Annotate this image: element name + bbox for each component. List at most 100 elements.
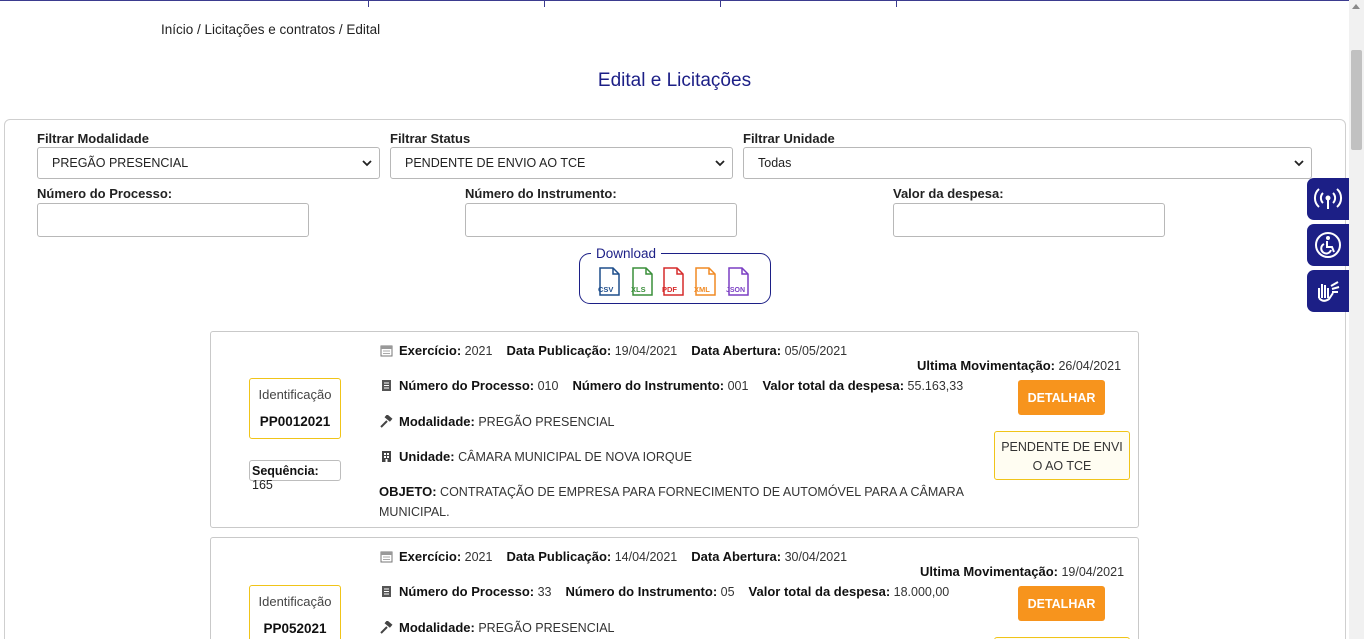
json-label: JSON bbox=[726, 287, 745, 294]
calendar-icon bbox=[380, 345, 393, 357]
ultima-movimentacao-value: 19/04/2021 bbox=[1061, 565, 1125, 579]
numero-processo-label: Número do Processo: bbox=[399, 584, 535, 599]
objeto-label: OBJETO: bbox=[379, 484, 437, 499]
valor-total-value: 18.000,00 bbox=[893, 585, 950, 599]
unidade-line: Unidade: CÂMARA MUNICIPAL DE NOVA IORQUE bbox=[380, 449, 692, 464]
xml-download-icon[interactable]: XML bbox=[693, 267, 719, 297]
objeto-text: OBJETO: CONTRATAÇÃO DE EMPRESA PARA FORN… bbox=[379, 482, 979, 522]
valor-total-label: Valor total da despesa: bbox=[762, 378, 905, 393]
modalidade-value: PREGÃO PRESENCIAL bbox=[478, 415, 615, 429]
audio-accessibility-button[interactable] bbox=[1307, 178, 1349, 220]
unidade-select[interactable]: Todas bbox=[743, 147, 1312, 179]
instrumento-filter-label: Número do Instrumento: bbox=[465, 186, 617, 201]
status-filter-label: Filtrar Status bbox=[390, 131, 471, 146]
instrumento-input[interactable] bbox=[465, 203, 737, 237]
identificacao-code: PP0012021 bbox=[259, 414, 331, 429]
exercicio-value: 2021 bbox=[464, 344, 493, 358]
top-nav-border bbox=[0, 0, 1349, 1]
exercicio-value: 2021 bbox=[464, 550, 493, 564]
nav-divider bbox=[896, 0, 897, 7]
modalidade-label: Modalidade: bbox=[399, 620, 475, 635]
broadcast-icon bbox=[1313, 188, 1343, 209]
xml-label: XML bbox=[694, 285, 710, 294]
data-abertura-value: 05/05/2021 bbox=[784, 344, 848, 358]
xls-download-icon[interactable]: XLS bbox=[630, 267, 656, 297]
data-publicacao-label: Data Publicação: bbox=[506, 343, 612, 358]
building-icon bbox=[382, 451, 391, 462]
numero-processo-value: 33 bbox=[537, 585, 552, 599]
gavel-icon bbox=[380, 415, 393, 428]
identificacao-label: Identificação bbox=[258, 387, 332, 402]
unidade-select-value: Todas bbox=[758, 156, 792, 170]
csv-download-icon[interactable]: CSV bbox=[597, 267, 623, 297]
modalidade-filter-label: Filtrar Modalidade bbox=[37, 131, 149, 146]
ultima-movimentacao-label: Ultima Movimentação: bbox=[920, 564, 1058, 579]
detalhar-button[interactable]: DETALHAR bbox=[1018, 586, 1105, 621]
data-publicacao-value: 19/04/2021 bbox=[614, 344, 678, 358]
numero-instrumento-value: 001 bbox=[727, 379, 749, 393]
dates-line: Exercício: 2021 Data Publicação: 14/04/20… bbox=[380, 549, 847, 564]
status-badge: PENDENTE DE ENVI O AO TCE bbox=[994, 431, 1130, 480]
wheelchair-icon bbox=[1315, 232, 1341, 258]
exercicio-label: Exercício: bbox=[399, 343, 462, 358]
document-icon bbox=[382, 380, 391, 391]
unidade-filter-label: Filtrar Unidade bbox=[743, 131, 835, 146]
status-line-1: PENDENTE DE ENVI bbox=[1001, 440, 1123, 454]
objeto-value: CONTRATAÇÃO DE EMPRESA PARA FORNECIMENTO… bbox=[379, 485, 964, 519]
download-legend: Download bbox=[591, 246, 662, 261]
nav-divider bbox=[720, 0, 721, 7]
data-abertura-label: Data Abertura: bbox=[691, 549, 782, 564]
detalhar-button[interactable]: DETALHAR bbox=[1018, 380, 1105, 415]
processo-input[interactable] bbox=[37, 203, 309, 237]
valor-total-value: 55.163,33 bbox=[907, 379, 964, 393]
page-title: Edital e Licitações bbox=[597, 70, 752, 91]
sequencia-label: Sequência: bbox=[252, 464, 319, 478]
status-select[interactable]: PENDENTE DE ENVIO AO TCE bbox=[390, 147, 733, 179]
nav-divider bbox=[368, 0, 369, 7]
modalidade-label: Modalidade: bbox=[399, 414, 475, 429]
identificacao-badge: Identificação PP0012021 bbox=[249, 378, 341, 439]
modalidade-line: Modalidade: PREGÃO PRESENCIAL bbox=[380, 620, 614, 635]
chevron-down-icon bbox=[715, 160, 725, 167]
scroll-up-icon[interactable] bbox=[1352, 4, 1360, 9]
csv-label: CSV bbox=[598, 285, 613, 294]
json-download-icon[interactable]: JSON bbox=[726, 267, 752, 297]
chevron-down-icon bbox=[362, 160, 372, 167]
scrollbar[interactable] bbox=[1349, 0, 1364, 639]
wheelchair-accessibility-button[interactable] bbox=[1307, 224, 1349, 266]
sequencia-badge: Sequência: 165 bbox=[249, 460, 341, 492]
pdf-label: PDF bbox=[662, 285, 677, 294]
modalidade-select[interactable]: PREGÃO PRESENCIAL bbox=[37, 147, 380, 179]
sequencia-value: 165 bbox=[252, 478, 273, 492]
document-icon bbox=[382, 586, 391, 597]
processo-line: Número do Processo: 33 Número do Instrume… bbox=[380, 584, 949, 599]
chevron-down-icon bbox=[1294, 160, 1304, 167]
calendar-icon bbox=[380, 551, 393, 563]
numero-processo-label: Número do Processo: bbox=[399, 378, 535, 393]
status-select-value: PENDENTE DE ENVIO AO TCE bbox=[405, 156, 586, 170]
ultima-movimentacao: Ultima Movimentação: 19/04/2021 bbox=[920, 564, 1124, 579]
modalidade-select-value: PREGÃO PRESENCIAL bbox=[52, 156, 189, 170]
scrollbar-thumb[interactable] bbox=[1351, 50, 1362, 150]
breadcrumb[interactable]: Início / Licitações e contratos / Edital bbox=[161, 22, 380, 37]
modalidade-line: Modalidade: PREGÃO PRESENCIAL bbox=[380, 414, 614, 429]
exercicio-label: Exercício: bbox=[399, 549, 462, 564]
identificacao-code: PP052021 bbox=[263, 621, 327, 636]
status-line-2: O AO TCE bbox=[1032, 459, 1092, 473]
sign-language-button[interactable] bbox=[1307, 270, 1349, 312]
pdf-download-icon[interactable]: PDF bbox=[661, 267, 687, 297]
identificacao-badge: Identificação PP052021 bbox=[249, 585, 341, 639]
numero-processo-value: 010 bbox=[537, 379, 559, 393]
ultima-movimentacao: Ultima Movimentação: 26/04/2021 bbox=[917, 358, 1121, 373]
xls-label: XLS bbox=[631, 285, 646, 294]
data-publicacao-value: 14/04/2021 bbox=[614, 550, 678, 564]
gavel-icon bbox=[380, 621, 393, 634]
ultima-movimentacao-label: Ultima Movimentação: bbox=[917, 358, 1055, 373]
valor-input[interactable] bbox=[893, 203, 1165, 237]
hands-icon bbox=[1318, 281, 1340, 302]
modalidade-value: PREGÃO PRESENCIAL bbox=[478, 621, 615, 635]
valor-filter-label: Valor da despesa: bbox=[893, 186, 1004, 201]
numero-instrumento-value: 05 bbox=[720, 585, 735, 599]
data-abertura-label: Data Abertura: bbox=[691, 343, 782, 358]
numero-instrumento-label: Número do Instrumento: bbox=[572, 378, 725, 393]
